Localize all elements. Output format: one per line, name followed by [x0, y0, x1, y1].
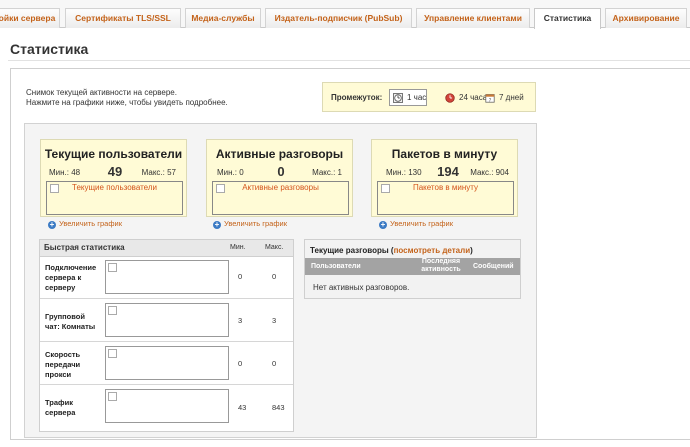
clock-icon — [393, 93, 403, 103]
broken-image-icon — [108, 349, 117, 358]
packets-per-minute-max: Макс.: 904 — [470, 168, 509, 177]
snapshot-line-2: Нажмите на графики ниже, чтобы увидеть п… — [26, 98, 228, 107]
broken-image-icon — [108, 263, 117, 272]
plus-icon: + — [213, 220, 221, 229]
broken-image-icon — [108, 306, 117, 315]
tab-archiving[interactable]: Архивирование — [605, 8, 687, 28]
active-conversations-graph-alt: Активные разговоры — [242, 183, 319, 192]
range-1-hour-label: 1 час — [407, 93, 427, 102]
current-users-graph-alt: Текущие пользователи — [72, 183, 157, 192]
active-conversations-max: Макс.: 1 — [312, 168, 342, 177]
enlarge-label: Увеличить график — [59, 219, 122, 228]
quick-stats-max-header: Макс. — [265, 244, 284, 251]
quick-stats-row-graph[interactable] — [105, 389, 229, 423]
current-users-max: Макс.: 57 — [141, 168, 176, 177]
current-conversations-panel: Текущие разговоры (посмотреть детали) По… — [304, 239, 521, 299]
quick-stats-row-min: 3 — [238, 316, 243, 325]
packets-per-minute-graph[interactable]: Пакетов в минуту — [377, 181, 514, 215]
col-last-activity-header: Последняя активность — [417, 258, 465, 274]
table-row: Трафик сервера 43 843 — [40, 386, 293, 432]
packets-per-minute-title: Пакетов в минуту — [391, 147, 498, 161]
table-row: Подключение сервера к серверу 0 0 — [40, 258, 293, 299]
quick-stats-row-min: 43 — [238, 403, 247, 412]
col-last-activity-line-1: Последняя — [421, 258, 461, 265]
calendar-icon: 7 — [485, 94, 495, 103]
broken-image-icon — [108, 392, 117, 401]
enlarge-label: Увеличить график — [224, 219, 287, 228]
packets-per-minute-card: Пакетов в минуту Мин.: 130 194 Макс.: 90… — [371, 139, 518, 217]
tab-client-management[interactable]: Управление клиентами — [416, 8, 530, 28]
active-conversations-title: Активные разговоры — [215, 147, 344, 161]
conversations-table-header: Пользователи Последняя активность Сообщен… — [305, 258, 520, 275]
quick-stats-row-max: 0 — [272, 359, 277, 368]
quick-stats-title: Быстрая статистика — [44, 243, 125, 252]
active-conversations-value: 0 — [277, 164, 285, 179]
details-link-close: ) — [470, 246, 473, 255]
quick-stats-row-max: 843 — [272, 403, 285, 412]
col-users-header: Пользователи — [311, 263, 361, 270]
current-users-title: Текущие пользователи — [44, 147, 183, 161]
quick-stats-row-max: 0 — [272, 272, 277, 281]
enlarge-label: Увеличить график — [390, 219, 453, 228]
current-conversations-title: Текущие разговоры (посмотреть детали) — [310, 246, 473, 255]
table-row: Групповой чат: Комнаты 3 3 — [40, 300, 293, 342]
packets-per-minute-value: 194 — [437, 164, 459, 179]
snapshot-line-1: Снимок текущей активности на сервере. — [26, 88, 177, 97]
active-conversations-enlarge-link[interactable]: + Увеличить график — [213, 219, 287, 229]
tab-pubsub[interactable]: Издатель-подписчик (PubSub) — [265, 8, 412, 28]
packets-per-minute-graph-alt: Пакетов в минуту — [412, 183, 479, 192]
quick-stats-row-label: Групповой чат: Комнаты — [45, 312, 96, 331]
quick-stats-row-graph[interactable] — [105, 260, 229, 294]
tab-bar: ойки сервера Сертификаты TLS/SSL Медиа-с… — [0, 0, 690, 29]
quick-stats-min-header: Мин. — [230, 244, 246, 251]
packets-per-minute-enlarge-link[interactable]: + Увеличить график — [379, 219, 453, 229]
quick-stats-row-label: Трафик сервера — [45, 398, 76, 417]
title-divider — [8, 60, 690, 61]
quick-stats-row-graph[interactable] — [105, 346, 229, 380]
col-last-activity-line-2: активность — [421, 266, 461, 273]
current-users-graph[interactable]: Текущие пользователи — [46, 181, 183, 215]
no-conversations-message: Нет активных разговоров. — [313, 283, 410, 292]
quick-stats-row-max: 3 — [272, 316, 277, 325]
active-conversations-min: Мин.: 0 — [217, 168, 244, 177]
snapshot-description: Снимок текущей активности на сервере. На… — [26, 88, 228, 108]
quick-stats-row-min: 0 — [238, 359, 243, 368]
quick-stats-table: Быстрая статистика Мин. Макс. Подключени… — [39, 239, 294, 432]
tab-media-services[interactable]: Медиа-службы — [185, 8, 261, 28]
current-users-min: Мин.: 48 — [49, 168, 81, 177]
col-messages-header: Сообщений — [473, 263, 514, 270]
plus-icon: + — [48, 220, 56, 229]
range-7-days-button[interactable]: 7 7 дней — [481, 89, 525, 106]
tab-server-settings[interactable]: ойки сервера — [0, 8, 60, 28]
time-range-label: Промежуток: — [331, 93, 383, 102]
current-users-value: 49 — [107, 164, 123, 179]
table-row: Скорость передачи прокси 0 0 — [40, 343, 293, 385]
quick-stats-header: Быстрая статистика Мин. Макс. — [40, 240, 293, 257]
current-conversations-title-text: Текущие разговоры — [310, 246, 389, 255]
view-details-link[interactable]: посмотреть детали — [394, 246, 471, 255]
tab-statistics[interactable]: Статистика — [534, 8, 601, 29]
quick-stats-row-graph[interactable] — [105, 303, 229, 337]
range-7-days-label: 7 дней — [499, 93, 524, 102]
time-range-selector: Промежуток: 1 час 24 часа 7 7 дней — [322, 82, 536, 112]
page-title: Статистика — [10, 41, 89, 57]
plus-icon: + — [379, 220, 387, 229]
quick-stats-row-min: 0 — [238, 272, 243, 281]
current-users-enlarge-link[interactable]: + Увеличить график — [48, 219, 122, 229]
current-users-card: Текущие пользователи Мин.: 48 49 Макс.: … — [40, 139, 187, 217]
red-clock-icon — [445, 93, 455, 103]
tab-tls-certificates[interactable]: Сертификаты TLS/SSL — [65, 8, 181, 28]
packets-per-minute-min: Мин.: 130 — [386, 168, 422, 177]
active-conversations-card: Активные разговоры Мин.: 0 0 Макс.: 1 Ак… — [206, 139, 353, 217]
quick-stats-row-label: Скорость передачи прокси — [45, 350, 81, 379]
active-conversations-graph[interactable]: Активные разговоры — [212, 181, 349, 215]
quick-stats-row-label: Подключение сервера к серверу — [45, 263, 97, 292]
range-1-hour-button[interactable]: 1 час — [389, 89, 428, 106]
